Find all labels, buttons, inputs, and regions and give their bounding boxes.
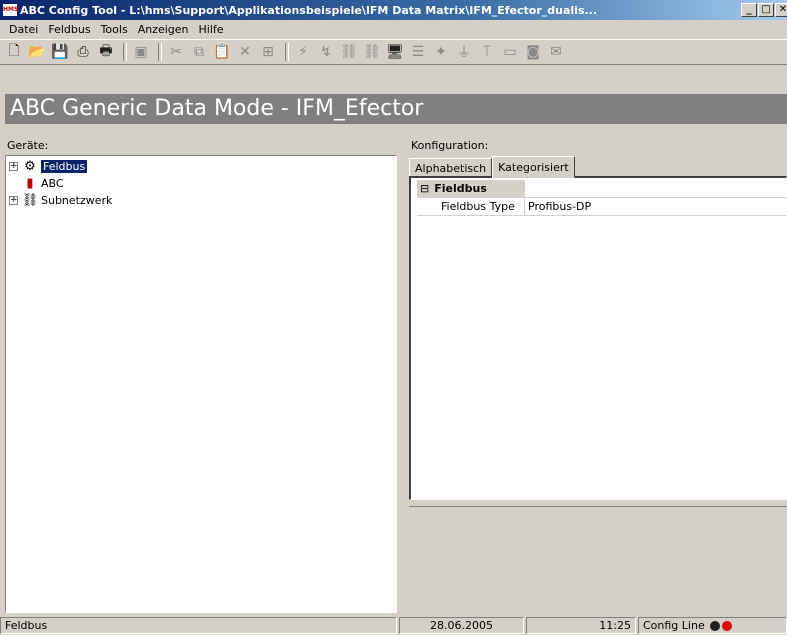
- status-text: Feldbus: [0, 617, 397, 634]
- abc-module-icon: ▮: [26, 175, 34, 191]
- wizard-icon[interactable]: ✦: [431, 42, 451, 62]
- properties-icon[interactable]: ☰: [408, 42, 428, 62]
- status-time: 11:25: [526, 617, 636, 634]
- fieldbus-icon: ⚙: [24, 158, 36, 174]
- tab-alphabetisch[interactable]: Alphabetisch: [409, 158, 493, 177]
- config-line-label: Config Line: [643, 619, 705, 632]
- app-logo-icon: HMS: [3, 4, 18, 16]
- toolbar-separator: [123, 43, 127, 61]
- maximize-button[interactable]: □: [758, 3, 774, 17]
- toolbar: 🗋 📂 💾 ⎙ 🖶 ▣ ✂ ⧉ 📋 ✕ ⊞ ⚡ ↯ ⛓ ⛓ 🖥 ☰ ✦ ⏚ ⍑ …: [0, 39, 787, 65]
- menu-datei[interactable]: Datei: [4, 23, 43, 36]
- menu-bar: Datei Feldbus Tools Anzeigen Hilfe: [0, 20, 787, 39]
- devices-label: Geräte:: [7, 139, 49, 152]
- devices-pane: Geräte: + ⚙ Feldbus ▮ ABC + ⛓ Subnetzwer…: [5, 138, 397, 613]
- window-title: ABC Config Tool - L:\hms\Support\Applika…: [20, 3, 598, 17]
- network-alt-icon[interactable]: ⛓: [362, 42, 382, 62]
- property-row[interactable]: Fieldbus Type Profibus-DP: [417, 198, 786, 216]
- collapse-icon[interactable]: ⊟: [420, 182, 429, 195]
- monitor-icon[interactable]: 🖥: [385, 42, 405, 62]
- status-config-line: Config Line: [638, 617, 787, 634]
- error-status-icon: [721, 620, 732, 631]
- open-folder-icon[interactable]: 📂: [27, 42, 47, 62]
- tab-kategorisiert[interactable]: Kategorisiert: [492, 156, 575, 178]
- paste-icon[interactable]: 📋: [212, 42, 232, 62]
- network-icon[interactable]: ⛓: [339, 42, 359, 62]
- configuration-pane: Konfiguration: Alphabetisch Kategorisier…: [409, 138, 787, 613]
- tree-item-label: Subnetzwerk: [41, 193, 113, 207]
- tree-item-abc[interactable]: ▮ ABC: [22, 175, 64, 191]
- camera-icon[interactable]: ◙: [523, 42, 543, 62]
- copy-icon[interactable]: ⧉: [189, 42, 209, 62]
- minimize-button[interactable]: _: [741, 3, 757, 17]
- add-node-icon[interactable]: ⊞: [258, 42, 278, 62]
- tree-item-label: Feldbus: [41, 159, 88, 173]
- delete-icon[interactable]: ✕: [235, 42, 255, 62]
- menu-anzeigen[interactable]: Anzeigen: [133, 23, 194, 36]
- configuration-label: Konfiguration:: [411, 139, 489, 152]
- menu-feldbus[interactable]: Feldbus: [43, 23, 95, 36]
- toolbar-separator: [285, 43, 289, 61]
- expand-icon[interactable]: +: [9, 161, 18, 171]
- tree-item-label: ABC: [41, 176, 64, 190]
- toolbar-separator: [158, 43, 162, 61]
- description-panel: [409, 506, 787, 613]
- print-preview-icon[interactable]: ⎙: [73, 42, 93, 62]
- print-icon[interactable]: 🖶: [96, 42, 116, 62]
- status-date: 28.06.2005: [399, 617, 524, 634]
- device-tree[interactable]: + ⚙ Feldbus ▮ ABC + ⛓ Subnetzwerk: [5, 155, 397, 613]
- display-icon[interactable]: ▭: [500, 42, 520, 62]
- scan-icon[interactable]: ⍑: [477, 42, 497, 62]
- filter-icon[interactable]: ⏚: [454, 42, 474, 62]
- connection-status-icon: [709, 620, 720, 631]
- property-grid[interactable]: ⊟ Fieldbus Fieldbus Type Profibus-DP: [409, 176, 787, 500]
- tree-item-feldbus[interactable]: + ⚙ Feldbus: [9, 158, 88, 174]
- category-label: Fieldbus: [434, 182, 487, 195]
- config-tabs: Alphabetisch Kategorisiert: [409, 155, 575, 178]
- close-button[interactable]: ✕: [775, 3, 787, 17]
- expand-icon[interactable]: +: [9, 195, 18, 205]
- property-value[interactable]: Profibus-DP: [525, 198, 786, 215]
- cut-icon[interactable]: ✂: [166, 42, 186, 62]
- tree-item-subnetzwerk[interactable]: + ⛓ Subnetzwerk: [9, 192, 112, 208]
- gallery-icon[interactable]: ▣: [131, 42, 151, 62]
- envelope-icon[interactable]: ✉: [546, 42, 566, 62]
- page-title: ABC Generic Data Mode - IFM_Efector: [5, 94, 787, 124]
- disconnect-icon[interactable]: ↯: [316, 42, 336, 62]
- status-bar: Feldbus 28.06.2005 11:25 Config Line: [0, 616, 787, 635]
- subnetwork-icon: ⛓: [21, 192, 39, 208]
- title-bar[interactable]: HMS ABC Config Tool - L:\hms\Support\App…: [0, 0, 787, 20]
- connect-icon[interactable]: ⚡: [293, 42, 313, 62]
- menu-tools[interactable]: Tools: [96, 23, 133, 36]
- save-icon[interactable]: 💾: [50, 42, 70, 62]
- property-category-fieldbus[interactable]: ⊟ Fieldbus: [417, 180, 786, 198]
- new-file-icon[interactable]: 🗋: [4, 42, 24, 62]
- property-name: Fieldbus Type: [417, 198, 525, 215]
- menu-hilfe[interactable]: Hilfe: [194, 23, 229, 36]
